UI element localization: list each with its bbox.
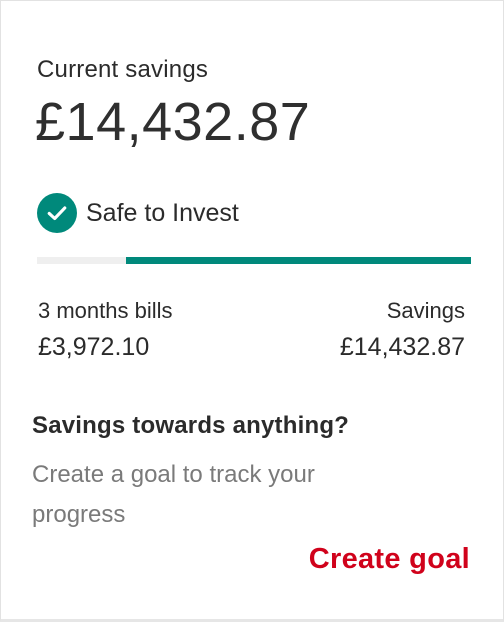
bills-label: 3 months bills [38, 298, 173, 323]
current-savings-amount: £14,432.87 [35, 92, 311, 152]
current-savings-label: Current savings [37, 56, 209, 83]
savings-card: Current savings £14,432.87 Safe to Inves… [0, 0, 504, 622]
goal-prompt-text: Create a goal to track your progress [32, 461, 315, 528]
savings-value: £14,432.87 [339, 333, 465, 361]
bills-value: £3,972.10 [38, 333, 150, 361]
investment-status: Safe to Invest [37, 193, 239, 233]
savings-progress-bar [37, 257, 471, 264]
savings-label: Savings [386, 298, 465, 323]
savings-progress-fill [126, 257, 471, 264]
check-circle-icon [37, 193, 77, 233]
goal-prompt-heading: Savings towards anything? [32, 412, 350, 439]
status-text: Safe to Invest [86, 198, 239, 227]
create-goal-button[interactable]: Create goal [309, 543, 470, 576]
